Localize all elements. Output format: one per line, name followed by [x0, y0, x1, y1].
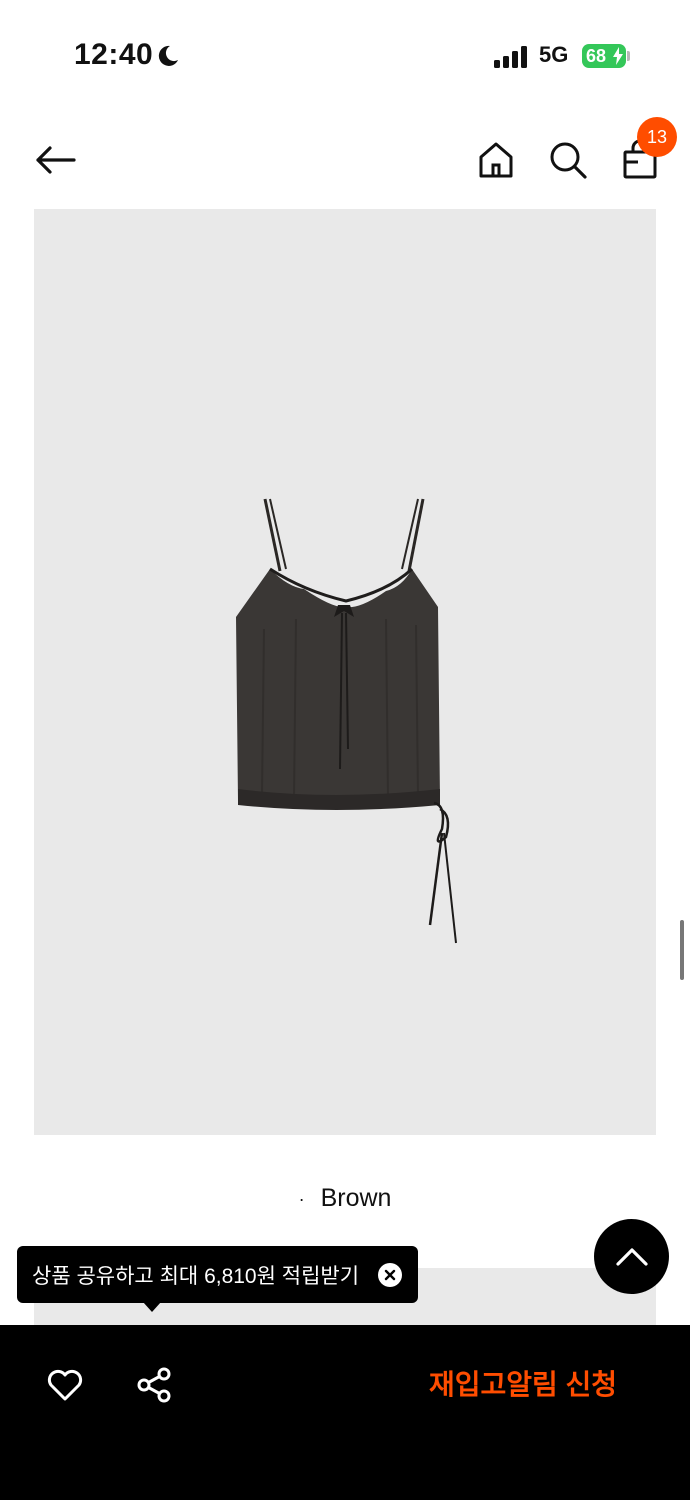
share-button[interactable]: [134, 1365, 174, 1405]
network-type: 5G: [539, 42, 569, 67]
battery-indicator: 68: [582, 44, 626, 68]
back-button[interactable]: [30, 140, 80, 180]
status-time: 12:40: [74, 38, 154, 71]
battery-level: 68: [586, 46, 607, 66]
search-icon: [550, 142, 587, 179]
signal-icon: [494, 46, 527, 68]
home-icon: [479, 142, 513, 178]
product-image[interactable]: [34, 209, 656, 1135]
tooltip-close-button[interactable]: [378, 1262, 402, 1287]
close-icon: [384, 1269, 396, 1280]
scrollbar[interactable]: [680, 920, 684, 980]
charging-bolt-icon: [613, 47, 623, 65]
cart-count-badge: 13: [637, 117, 677, 157]
tooltip-arrow: [143, 1302, 161, 1312]
heart-icon: [47, 1369, 83, 1401]
status-bar: 12:40 5G 68: [0, 0, 690, 110]
chevron-up-icon: [615, 1247, 648, 1266]
home-button[interactable]: [474, 138, 518, 182]
bullet-icon: ·: [298, 1188, 305, 1209]
moon-icon: [158, 45, 178, 66]
arrow-left-icon: [36, 146, 76, 174]
search-button[interactable]: [546, 138, 590, 182]
share-icon: [137, 1367, 171, 1403]
scroll-to-top-button[interactable]: [594, 1219, 669, 1294]
tooltip-text: 상품 공유하고 최대 6,810원 적립받기: [32, 1264, 360, 1288]
share-reward-tooltip: 상품 공유하고 최대 6,810원 적립받기: [17, 1246, 418, 1303]
like-button[interactable]: [45, 1365, 85, 1405]
top-navigation: [0, 120, 690, 200]
restock-alert-button[interactable]: 재입고알림 신청: [412, 1353, 634, 1413]
battery-cap: [627, 51, 630, 61]
color-name: Brown: [320, 1184, 392, 1212]
camisole-top-image: [236, 498, 457, 944]
bottom-action-bar: 재입고알림 신청: [0, 1325, 690, 1500]
product-color-label: · Brown: [0, 1184, 690, 1213]
